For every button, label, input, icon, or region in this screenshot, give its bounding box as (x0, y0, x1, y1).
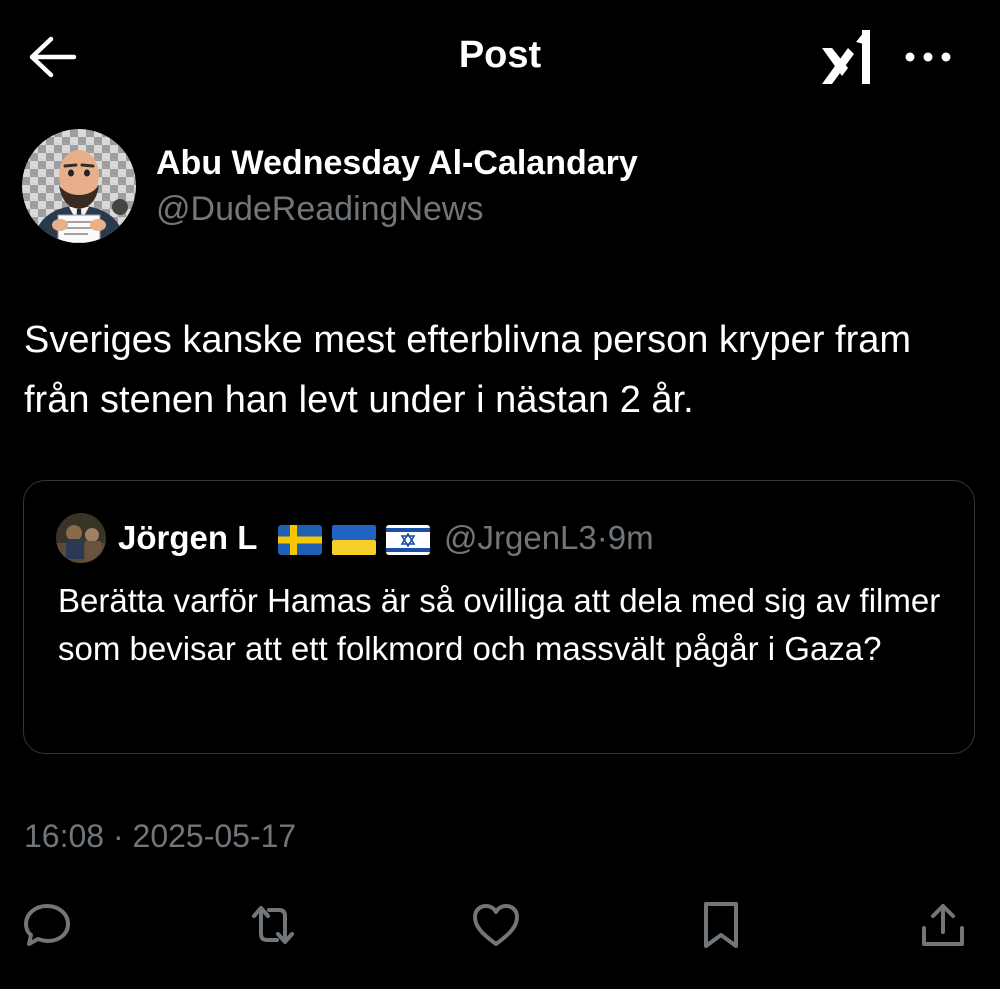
quoted-author-name[interactable]: Jörgen L (118, 519, 257, 557)
author-name[interactable]: Abu Wednesday Al-Calandary (156, 144, 638, 183)
quoted-author-avatar[interactable] (56, 513, 106, 563)
bookmark-icon[interactable] (694, 898, 748, 952)
author-handle[interactable]: @DudeReadingNews (156, 190, 483, 229)
grok-icon[interactable] (818, 24, 880, 90)
share-icon[interactable] (916, 898, 970, 952)
meta-separator: · (596, 519, 608, 556)
quoted-post-age: 9m (607, 519, 654, 556)
repost-icon[interactable] (246, 898, 300, 952)
post-timestamp: 16:08 · 2025-05-17 (24, 818, 297, 854)
ukraine-flag-icon (332, 525, 376, 555)
quoted-post[interactable]: Jörgen L @JrgenL3·9m Berätta varför Hama… (23, 480, 975, 754)
more-icon[interactable] (900, 40, 956, 74)
reply-icon[interactable] (20, 898, 74, 952)
author-avatar[interactable] (22, 129, 136, 243)
israel-flag-icon (386, 525, 430, 555)
quoted-meta: @JrgenL3·9m (444, 519, 654, 557)
top-bar: Post (0, 0, 1000, 115)
sweden-flag-icon (278, 525, 322, 555)
like-icon[interactable] (469, 898, 523, 952)
quoted-author-handle[interactable]: @JrgenL3 (444, 519, 597, 556)
post-text: Sveriges kanske mest efterblivna person … (24, 319, 912, 421)
quoted-post-text: Berätta varför Hamas är så ovilliga att … (58, 582, 941, 667)
